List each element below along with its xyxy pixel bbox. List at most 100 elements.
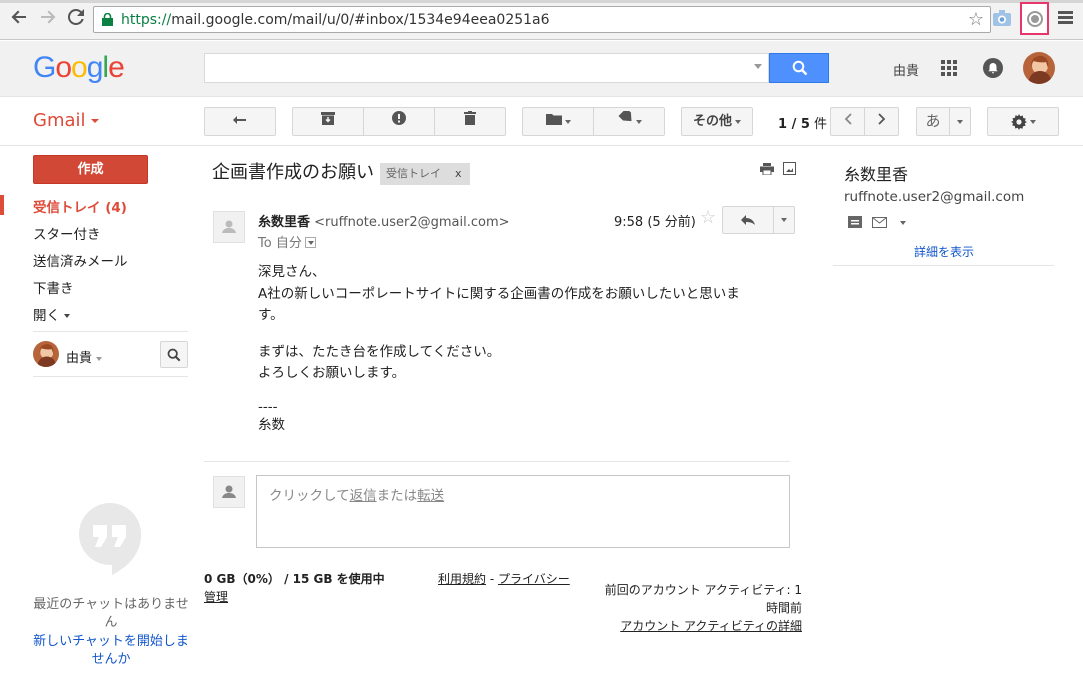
- chat-user-avatar[interactable]: [33, 341, 59, 367]
- browser-toolbar: https://mail.google.com/mail/u/0/#inbox/…: [0, 0, 1083, 40]
- apps-grid-icon[interactable]: [941, 60, 957, 76]
- nav-item-more[interactable]: 開く: [33, 304, 71, 324]
- back-to-inbox-button[interactable]: [204, 107, 276, 136]
- storage-info: 0 GB（0%） / 15 GB を使用中 管理: [204, 572, 385, 604]
- nav-item-drafts[interactable]: 下書き: [33, 277, 74, 297]
- contact-card-icon[interactable]: [848, 216, 862, 228]
- nav-item-sent[interactable]: 送信済みメール: [33, 250, 128, 270]
- message-time: 9:58 (5 分前): [614, 215, 696, 230]
- lock-icon: [102, 13, 113, 26]
- nav-item-inbox[interactable]: 受信トレイ (4): [33, 196, 127, 216]
- archive-button[interactable]: [292, 107, 364, 136]
- forward-arrow-icon[interactable]: [38, 9, 58, 29]
- report-spam-button[interactable]: [363, 107, 435, 136]
- input-tools-button[interactable]: あ: [916, 107, 950, 136]
- gmail-header: Google 由貴: [0, 41, 1083, 97]
- pager-count: 1 / 5 件: [778, 117, 828, 132]
- nav-divider: [33, 331, 188, 332]
- input-tools-dropdown[interactable]: [949, 107, 971, 136]
- account-activity: 前回のアカウント アクティビティ: 1 時間前 アカウント アクティビティの詳細: [604, 583, 802, 633]
- url-text: https://mail.google.com/mail/u/0/#inbox/…: [121, 12, 550, 28]
- chevron-down-icon: [90, 119, 99, 123]
- quick-reply-box[interactable]: クリックして返信または転送: [256, 475, 790, 548]
- chevron-down-icon[interactable]: [899, 220, 907, 226]
- contact-email: ruffnote.user2@gmail.com: [844, 189, 1025, 205]
- more-actions-button[interactable]: その他: [681, 107, 753, 136]
- bookmark-star-icon[interactable]: ☆: [968, 9, 984, 30]
- more-reply-options-button[interactable]: [773, 206, 795, 234]
- search-input[interactable]: [205, 54, 745, 82]
- record-extension-icon[interactable]: [1020, 2, 1049, 35]
- nav-item-starred[interactable]: スター付き: [33, 223, 101, 243]
- forward-link[interactable]: 転送: [417, 488, 444, 504]
- search-options-caret-icon[interactable]: [754, 64, 762, 69]
- chevron-left-icon: [844, 113, 852, 125]
- older-button[interactable]: [864, 107, 899, 136]
- settings-button[interactable]: [987, 107, 1059, 136]
- mail-search-box: [204, 53, 769, 83]
- chevron-down-icon: [957, 119, 963, 124]
- reply-button[interactable]: [722, 206, 774, 234]
- chevron-down-icon: [564, 119, 571, 124]
- star-icon[interactable]: ☆: [700, 207, 716, 228]
- account-name[interactable]: 由貴: [893, 60, 919, 79]
- logo-letter-o1: o: [55, 51, 72, 84]
- no-recent-chats-text: 最近のチャットはありません: [33, 597, 189, 630]
- spam-alert-icon: [392, 111, 406, 125]
- contact-divider: [833, 265, 1054, 266]
- sender-info[interactable]: 糸数里香 <ruffnote.user2@gmail.com>: [258, 211, 510, 230]
- compose-button[interactable]: 作成: [33, 155, 148, 184]
- newer-button[interactable]: [830, 107, 865, 136]
- notifications-bell-icon[interactable]: [983, 58, 1003, 78]
- search-button[interactable]: [769, 53, 829, 83]
- back-arrow-icon[interactable]: [9, 9, 29, 29]
- body-line: す。: [258, 307, 284, 323]
- archive-icon: [321, 112, 335, 125]
- reload-icon[interactable]: [66, 8, 86, 29]
- show-details-caret-icon[interactable]: [304, 237, 316, 248]
- start-new-chat-link[interactable]: 新しいチャットを開始しませんか: [30, 633, 192, 669]
- body-line: 深見さん、: [258, 264, 326, 280]
- labels-button[interactable]: [593, 107, 665, 136]
- activity-details-link[interactable]: アカウント アクティビティの詳細: [620, 619, 802, 633]
- remove-label-button[interactable]: x: [455, 167, 462, 180]
- chrome-menu-icon[interactable]: [1058, 11, 1073, 25]
- contact-name: 糸数里香: [844, 165, 909, 184]
- manage-storage-link[interactable]: 管理: [204, 590, 228, 604]
- open-in-new-window-icon[interactable]: [783, 162, 796, 175]
- tab-strip: [0, 0, 1083, 3]
- terms-link[interactable]: 利用規約: [438, 572, 486, 586]
- gmail-app-switcher[interactable]: Gmail: [33, 110, 99, 131]
- search-icon: [167, 348, 181, 362]
- chevron-down-icon: [96, 356, 103, 361]
- privacy-link[interactable]: プライバシー: [498, 572, 570, 586]
- inbox-label-chip: 受信トレイ x: [380, 163, 470, 185]
- trash-icon: [464, 111, 476, 125]
- chevron-down-icon: [1029, 119, 1036, 124]
- move-to-button[interactable]: [522, 107, 594, 136]
- google-logo[interactable]: Google: [33, 51, 125, 85]
- active-nav-indicator: [0, 195, 4, 215]
- label-tag-icon: [617, 108, 632, 122]
- folder-icon: [545, 114, 562, 125]
- chevron-down-icon: [735, 119, 741, 124]
- address-bar[interactable]: https://mail.google.com/mail/u/0/#inbox/…: [93, 6, 991, 33]
- chat-user-name[interactable]: 由貴: [66, 347, 103, 366]
- email-envelope-icon[interactable]: [872, 217, 888, 228]
- show-details-link[interactable]: 詳細を表示: [914, 243, 974, 260]
- print-icon[interactable]: [760, 163, 774, 175]
- logo-letter-g2: g: [86, 51, 104, 84]
- reply-link[interactable]: 返信: [350, 488, 377, 504]
- delete-button[interactable]: [434, 107, 506, 136]
- logo-letter-g: G: [33, 51, 56, 84]
- account-avatar[interactable]: [1023, 52, 1055, 84]
- my-avatar: [213, 476, 245, 508]
- camera-extension-icon[interactable]: [993, 10, 1011, 26]
- body-line: 糸数: [258, 417, 285, 433]
- body-line: ----: [258, 399, 278, 415]
- reply-arrow-icon: [741, 215, 755, 225]
- back-arrow-icon: [233, 116, 246, 124]
- message-subject: 企画書作成のお願い: [212, 162, 374, 183]
- chat-search-button[interactable]: [160, 341, 188, 368]
- logo-letter-o2: o: [71, 51, 88, 84]
